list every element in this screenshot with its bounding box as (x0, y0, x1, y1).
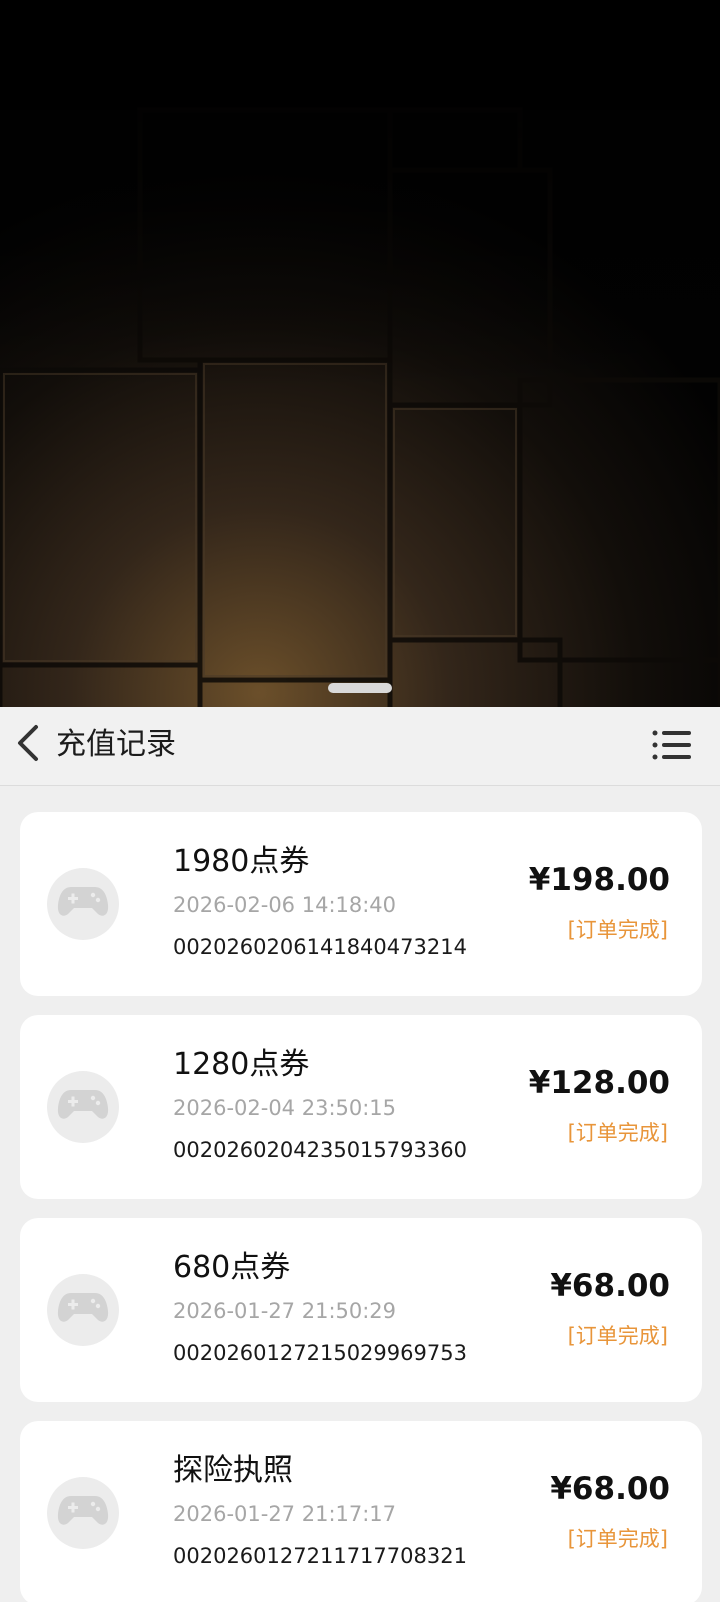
record-price: ¥198.00 (528, 862, 670, 898)
chevron-left-icon (14, 723, 42, 767)
record-time: 2026-01-27 21:17:17 (173, 1502, 397, 1526)
header-bar: 充值记录 (0, 707, 720, 786)
product-thumbnail (47, 1477, 119, 1549)
record-time: 2026-02-04 23:50:15 (173, 1096, 397, 1120)
game-background-scene (0, 0, 720, 707)
gamepad-icon (57, 1494, 109, 1532)
record-card[interactable]: 1280点券 2026-02-04 23:50:15 0020260204235… (20, 1015, 702, 1199)
list-menu-icon (652, 729, 692, 765)
record-status: [订单完成] (567, 918, 668, 942)
record-name: 680点券 (173, 1250, 291, 1285)
record-status: [订单完成] (567, 1324, 668, 1348)
gamepad-icon (57, 1291, 109, 1329)
menu-button[interactable] (650, 727, 694, 767)
page-title: 充值记录 (56, 727, 176, 762)
record-card[interactable]: 1980点券 2026-02-06 14:18:40 0020260206141… (20, 812, 702, 996)
record-time: 2026-02-06 14:18:40 (173, 893, 397, 917)
record-price: ¥128.00 (528, 1065, 670, 1101)
recharge-records-panel: 充值记录 1980点券 2026-02-06 14:18:40 00202602… (0, 707, 720, 1602)
product-thumbnail (47, 868, 119, 940)
record-status: [订单完成] (567, 1527, 668, 1551)
product-thumbnail (47, 1274, 119, 1346)
record-status: [订单完成] (567, 1121, 668, 1145)
record-price: ¥68.00 (550, 1471, 670, 1507)
record-name: 探险执照 (173, 1453, 293, 1488)
record-time: 2026-01-27 21:50:29 (173, 1299, 397, 1323)
records-list: 1980点券 2026-02-06 14:18:40 0020260206141… (0, 812, 720, 1602)
record-card[interactable]: 680点券 2026-01-27 21:50:29 00202601272150… (20, 1218, 702, 1402)
product-thumbnail (47, 1071, 119, 1143)
gamepad-icon (57, 885, 109, 923)
sheet-drag-handle[interactable] (328, 683, 392, 693)
gamepad-icon (57, 1088, 109, 1126)
record-order-number: 0020260204235015793360 (173, 1138, 467, 1162)
record-name: 1280点券 (173, 1047, 310, 1082)
back-button[interactable] (6, 719, 50, 771)
record-order-number: 0020260127215029969753 (173, 1341, 467, 1365)
record-order-number: 0020260206141840473214 (173, 935, 467, 959)
record-price: ¥68.00 (550, 1268, 670, 1304)
record-order-number: 0020260127211717708321 (173, 1544, 467, 1568)
record-name: 1980点券 (173, 844, 310, 879)
record-card[interactable]: 探险执照 2026-01-27 21:17:17 002026012721171… (20, 1421, 702, 1602)
